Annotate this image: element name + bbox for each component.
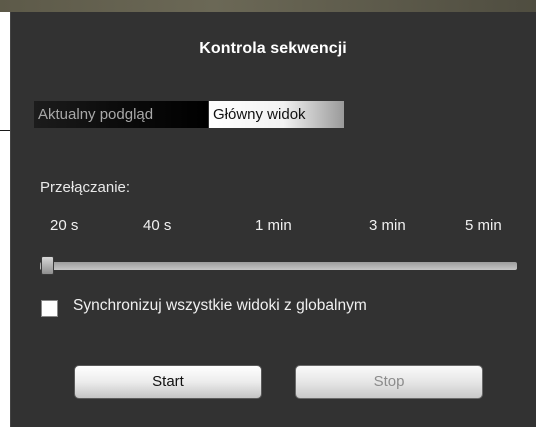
tick-label: 40 s: [143, 217, 172, 234]
tab-current-preview[interactable]: Aktualny podgląd: [34, 101, 208, 128]
start-button[interactable]: Start: [74, 365, 262, 399]
switching-label: Przełączanie:: [40, 179, 131, 196]
tick-label: 5 min: [465, 217, 502, 234]
sync-checkbox-label[interactable]: Synchronizuj wszystkie widoki z globalny…: [73, 297, 367, 315]
interval-slider-track[interactable]: [40, 262, 517, 270]
tick-label: 20 s: [50, 217, 79, 234]
tab-main-view[interactable]: Główny widok: [209, 101, 344, 128]
tick-label: 1 min: [255, 217, 292, 234]
background-window-strip: [0, 0, 536, 12]
sync-checkbox[interactable]: [41, 300, 58, 317]
stop-button[interactable]: Stop: [295, 365, 483, 399]
interval-slider-handle[interactable]: [41, 256, 54, 275]
dialog-title: Kontrola sekwencji: [199, 40, 347, 57]
tick-label: 3 min: [369, 217, 406, 234]
